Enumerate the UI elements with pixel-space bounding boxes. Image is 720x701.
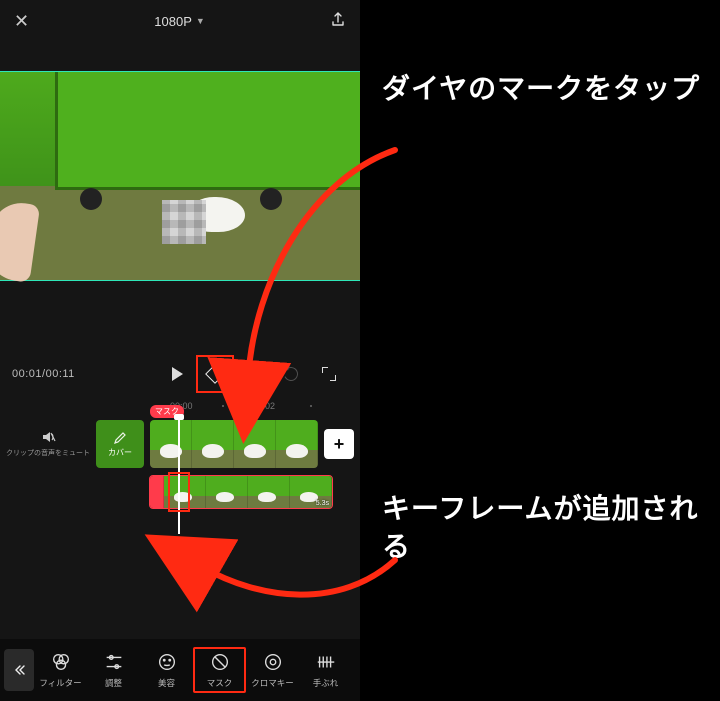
export-icon[interactable] <box>330 11 346 32</box>
chromakey-icon <box>262 651 284 673</box>
face-icon <box>156 651 178 673</box>
fullscreen-button[interactable] <box>310 355 348 393</box>
annotation-panel: ダイヤのマークをタップ キーフレームが追加される <box>360 0 720 701</box>
redo-button[interactable] <box>272 355 310 393</box>
resolution-selector[interactable]: 1080P ▼ <box>154 14 205 29</box>
preview-frame <box>0 72 360 280</box>
tool-chromakey[interactable]: クロマキー <box>246 651 299 689</box>
tool-bar: フィルター 調整 美容 マスク クロマキー 手ぶれ <box>0 639 360 701</box>
back-button[interactable] <box>4 649 34 691</box>
video-editor-app: ✕ 1080P ▼ 00:01/00:11 + <box>0 0 360 701</box>
video-preview[interactable] <box>0 72 360 280</box>
cover-label: カバー <box>108 447 132 458</box>
pencil-icon <box>113 431 127 445</box>
chevron-down-icon: ▼ <box>196 16 205 26</box>
annotation-text-1: ダイヤのマークをタップ <box>382 70 700 108</box>
main-video-track[interactable] <box>150 420 318 468</box>
expand-icon <box>322 367 336 381</box>
tool-label: クロマキー <box>251 677 294 689</box>
cover-thumbnail[interactable]: カバー <box>96 420 144 468</box>
mute-clip-audio[interactable]: クリップの音声をミュート <box>0 429 96 458</box>
redo-icon <box>282 365 300 383</box>
sliders-icon <box>103 651 125 673</box>
main-track-row: クリップの音声をミュート カバー + <box>0 420 360 468</box>
play-button[interactable] <box>158 355 196 393</box>
tool-adjust[interactable]: 調整 <box>87 651 140 689</box>
undo-button[interactable] <box>234 355 272 393</box>
add-keyframe-button[interactable]: + <box>196 355 234 393</box>
diamond-icon <box>205 364 225 384</box>
speaker-mute-icon <box>40 429 56 448</box>
stabilize-icon <box>315 651 337 673</box>
clip-duration: 5.3s <box>316 500 329 507</box>
tool-label: 調整 <box>105 677 122 689</box>
tool-stabilize[interactable]: 手ぶれ <box>299 651 352 689</box>
tool-beauty[interactable]: 美容 <box>140 651 193 689</box>
playback-controls: 00:01/00:11 + <box>0 352 360 396</box>
chevron-left-icon <box>13 664 25 676</box>
tool-mask[interactable]: マスク <box>193 647 246 693</box>
add-clip-button[interactable]: + <box>324 429 354 459</box>
ruler-tick: 00:02 <box>253 401 276 411</box>
annotation-text-2: キーフレームが追加される <box>382 490 720 566</box>
tool-label: フィルター <box>39 677 81 689</box>
close-icon[interactable]: ✕ <box>14 11 29 32</box>
clip-handle-left[interactable] <box>150 476 164 508</box>
timeline[interactable]: クリップの音声をミュート カバー + マスク 5.3s <box>0 416 360 518</box>
tool-label: 手ぶれ <box>313 677 339 689</box>
resolution-label: 1080P <box>154 14 192 29</box>
keyframe-marker-highlight <box>168 472 190 512</box>
undo-icon <box>244 365 262 383</box>
mask-icon <box>209 651 231 673</box>
top-bar: ✕ 1080P ▼ <box>0 0 360 42</box>
filter-icon <box>50 651 72 673</box>
timecode: 00:01/00:11 <box>12 368 82 380</box>
play-icon <box>172 367 183 381</box>
tool-label: 美容 <box>158 677 175 689</box>
mute-label: クリップの音声をミュート <box>6 450 90 458</box>
tool-label: マスク <box>207 677 233 689</box>
tool-filter[interactable]: フィルター <box>34 651 87 689</box>
mosaic-overlay <box>162 200 206 244</box>
